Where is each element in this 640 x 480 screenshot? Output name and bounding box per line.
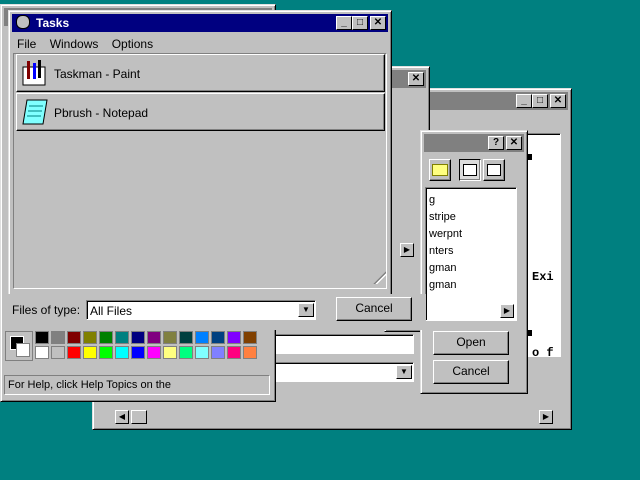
palette-color-swatch[interactable]: [227, 331, 241, 344]
palette-color-swatch[interactable]: [243, 346, 257, 359]
tasks-title: Tasks: [36, 16, 70, 30]
list-item[interactable]: nters: [429, 245, 453, 257]
palette-color-swatch[interactable]: [131, 346, 145, 359]
list-item[interactable]: gman: [429, 279, 457, 291]
tasks-titlebar[interactable]: Tasks _ □ ✕: [12, 14, 388, 32]
folder-icon: [432, 164, 448, 176]
notepad-icon: [21, 98, 49, 126]
scroll-right-arrow[interactable]: ▶: [539, 410, 553, 424]
palette-color-swatch[interactable]: [83, 346, 97, 359]
palette-color-swatch[interactable]: [115, 346, 129, 359]
close-button[interactable]: ✕: [550, 94, 566, 108]
files-of-type-panel: Files of type: All Files ▼ Cancel: [4, 294, 426, 330]
details-icon: [487, 164, 501, 176]
palette-color-swatch[interactable]: [115, 331, 129, 344]
paint-icon: [21, 59, 47, 87]
palette-color-swatch[interactable]: [147, 331, 161, 344]
palette-color-swatch[interactable]: [195, 346, 209, 359]
open-dialog-window: ? ✕ g stripe werpnt nters gman gman ▶ Op…: [420, 130, 528, 394]
menu-windows[interactable]: Windows: [50, 37, 99, 51]
menu-options[interactable]: Options: [112, 37, 153, 51]
task-item-notepad[interactable]: Pbrush - Notepad: [16, 93, 385, 131]
list-item[interactable]: gman: [429, 262, 457, 274]
maximize-button[interactable]: □: [532, 94, 548, 108]
task-item-label: Pbrush - Notepad: [54, 106, 149, 120]
palette-color-swatch[interactable]: [99, 331, 113, 344]
minimize-button[interactable]: _: [516, 94, 532, 108]
palette-color-swatch[interactable]: [211, 331, 225, 344]
list-item[interactable]: stripe: [429, 211, 456, 223]
color-box: [5, 331, 33, 361]
size-grip[interactable]: [372, 270, 386, 284]
palette-color-swatch[interactable]: [99, 346, 113, 359]
maximize-button[interactable]: □: [352, 16, 368, 30]
status-bar: For Help, click Help Topics on the H: [4, 375, 270, 395]
status-text: For Help, click Help Topics on the H: [8, 379, 172, 391]
palette-color-swatch[interactable]: [227, 346, 241, 359]
file-list[interactable]: g stripe werpnt nters gman gman ▶: [425, 187, 517, 321]
palette-color-swatch[interactable]: [147, 346, 161, 359]
open-dialog-titlebar[interactable]: ? ✕: [424, 134, 524, 152]
palette-color-swatch[interactable]: [163, 331, 177, 344]
background-color[interactable]: [16, 343, 30, 357]
list-item[interactable]: g: [429, 194, 435, 206]
scroll-left-arrow[interactable]: ◀: [115, 410, 129, 424]
open-button[interactable]: Open: [433, 331, 509, 355]
palette-color-swatch[interactable]: [163, 346, 177, 359]
palette-color-swatch[interactable]: [67, 346, 81, 359]
file-dialog-titlebar[interactable]: ✕: [388, 70, 426, 88]
menu-file[interactable]: File: [17, 37, 36, 51]
palette-color-swatch[interactable]: [51, 331, 65, 344]
cancel-button[interactable]: Cancel: [433, 360, 509, 384]
task-item-label: Taskman - Paint: [54, 67, 141, 81]
palette-color-swatch[interactable]: [35, 346, 49, 359]
file-type-dropdown[interactable]: ▼: [270, 362, 414, 382]
scroll-thumb[interactable]: [131, 410, 147, 424]
palette-color-swatch[interactable]: [51, 346, 65, 359]
menu-bar: File Windows Options: [13, 35, 153, 53]
close-button[interactable]: ✕: [370, 16, 386, 30]
document-text-line-1: Exi: [532, 270, 554, 284]
files-of-type-select[interactable]: All Files ▼: [86, 300, 316, 320]
document-text-line-2: o f: [532, 346, 554, 360]
palette-color-swatch[interactable]: [131, 331, 145, 344]
cancel-button[interactable]: Cancel: [336, 297, 412, 321]
close-button[interactable]: ✕: [506, 136, 522, 150]
list-icon: [463, 164, 477, 176]
chevron-down-icon[interactable]: ▼: [298, 303, 314, 317]
palette-color-swatch[interactable]: [211, 346, 225, 359]
files-of-type-value: All Files: [90, 304, 133, 318]
chevron-down-icon[interactable]: ▼: [396, 365, 412, 379]
palette-color-swatch[interactable]: [179, 331, 193, 344]
help-button[interactable]: ?: [488, 136, 504, 150]
tasks-app-icon: [16, 15, 30, 29]
list-item[interactable]: werpnt: [429, 228, 462, 240]
color-palette: [35, 331, 265, 361]
scroll-right-arrow[interactable]: ▶: [400, 243, 414, 257]
list-view-button[interactable]: [459, 159, 481, 181]
file-name-field[interactable]: [270, 334, 414, 354]
palette-color-swatch[interactable]: [67, 331, 81, 344]
palette-color-swatch[interactable]: [179, 346, 193, 359]
details-view-button[interactable]: [483, 159, 505, 181]
scroll-right-arrow[interactable]: ▶: [500, 304, 514, 318]
files-of-type-label: Files of type:: [12, 303, 81, 317]
palette-color-swatch[interactable]: [243, 331, 257, 344]
new-folder-button[interactable]: [429, 159, 451, 181]
minimize-button[interactable]: _: [336, 16, 352, 30]
palette-color-swatch[interactable]: [83, 331, 97, 344]
palette-color-swatch[interactable]: [35, 331, 49, 344]
task-item-paint[interactable]: Taskman - Paint: [16, 54, 385, 92]
palette-color-swatch[interactable]: [195, 331, 209, 344]
close-button[interactable]: ✕: [408, 72, 424, 86]
